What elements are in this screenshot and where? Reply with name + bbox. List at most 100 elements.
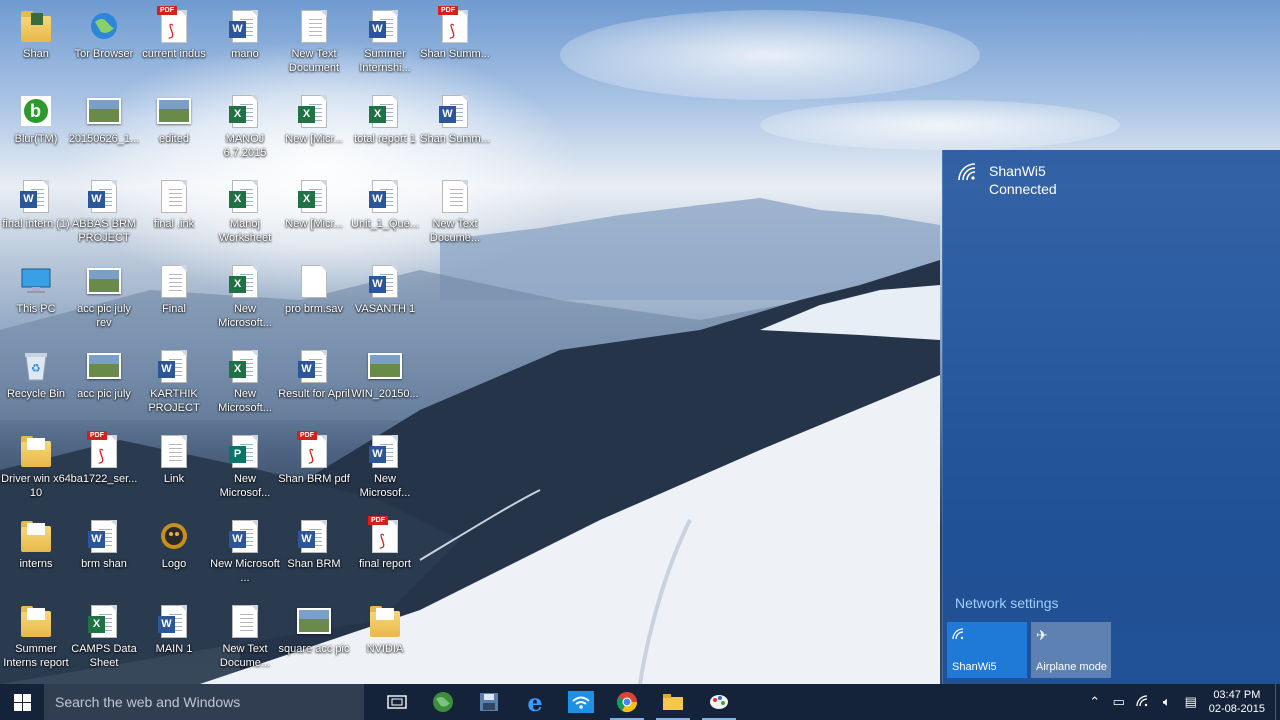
desktop-icon[interactable]: W New Microsof... (349, 433, 421, 500)
paint-app-button[interactable] (696, 684, 742, 720)
text-doc-icon (297, 8, 331, 44)
airplane-mode-tile[interactable]: ✈ Airplane mode (1031, 622, 1111, 678)
desktop-icon[interactable]: W Shan BRM (278, 518, 350, 571)
desktop-icon[interactable]: ⟆ PDF current indus (138, 5, 210, 61)
desktop-icon-label: This PC (16, 303, 56, 315)
wifi-tray-icon[interactable] (1131, 694, 1155, 710)
desktop-icon[interactable]: ⟆ PDF final report (349, 515, 421, 571)
desktop-icon[interactable]: W Result for April (278, 348, 350, 401)
desktop-icon[interactable]: final .ink (138, 178, 210, 231)
save-app-button[interactable] (466, 684, 512, 720)
desktop-icon[interactable]: This PC (0, 263, 72, 316)
desktop-icon[interactable]: ♻ Recycle Bin (0, 348, 72, 401)
desktop-icon-label: edited (159, 133, 189, 145)
image-icon (87, 263, 121, 299)
desktop-icon[interactable]: W MAIN 1 (138, 603, 210, 656)
desktop-icon[interactable]: Summer Interns report (0, 603, 72, 670)
show-desktop-button[interactable] (1275, 684, 1280, 720)
wifi-toggle-tile[interactable]: ShanWi5 (947, 622, 1027, 678)
desktop-icon[interactable]: ⟆ PDF Shan BRM pdf (278, 430, 350, 486)
word-doc-icon: W (438, 93, 472, 129)
svg-text:♻: ♻ (31, 362, 41, 375)
battery-icon[interactable]: ▭ (1107, 694, 1131, 710)
desktop-icon[interactable]: edited (138, 93, 210, 146)
desktop-icon[interactable]: Wfinal intern (1) (0, 178, 72, 231)
desktop-icon-label: MANOJ 6.7.2015 (223, 133, 267, 159)
clock-time: 03:47 PM (1213, 689, 1261, 701)
word-doc-icon: W (228, 8, 262, 44)
word-doc-icon: W (297, 348, 331, 384)
desktop-icon[interactable]: Final (138, 263, 210, 316)
desktop-icon[interactable]: New Text Docume... (209, 603, 281, 670)
task-view-button[interactable] (374, 684, 420, 720)
start-button[interactable] (0, 684, 44, 720)
desktop-icon[interactable]: W Unit_1_Que... (349, 178, 421, 231)
desktop-icon[interactable]: X CAMPS Data Sheet (68, 603, 140, 670)
desktop-icon[interactable]: X MANOJ 6.7.2015 (209, 93, 281, 160)
airplane-icon: ✈ (1036, 627, 1048, 643)
word-doc-icon: W (368, 8, 402, 44)
desktop-icon[interactable]: X New Microsoft... (209, 348, 281, 415)
paint-icon (710, 695, 728, 709)
desktop-icon[interactable]: ⟆ PDF Shan Summ... (419, 5, 491, 61)
wifi-app-button[interactable] (558, 684, 604, 720)
desktop-icon[interactable]: Xtotal report 1 (349, 93, 421, 146)
globe-app-button[interactable] (420, 684, 466, 720)
desktop-icon[interactable]: WIN_20150... (349, 348, 421, 401)
desktop-icon[interactable]: W VASANTH 1 (349, 263, 421, 316)
desktop-icon[interactable]: Link (138, 433, 210, 486)
word-doc-icon: W (157, 348, 191, 384)
clock-date: 02-08-2015 (1208, 703, 1265, 715)
desktop-icon[interactable]: Driver win x64 10 (0, 433, 72, 500)
desktop-icon[interactable]: acc pic july rev (68, 263, 140, 330)
chrome-app-button[interactable] (604, 684, 650, 720)
image-icon (297, 603, 331, 639)
desktop-icon-label: Driver win x64 10 (1, 473, 71, 499)
desktop-icon[interactable]: square acc pic (278, 603, 350, 656)
desktop-icon[interactable]: New Text Docume... (419, 178, 491, 245)
desktop-icon[interactable]: Wbrm shan (68, 518, 140, 571)
desktop-icon-label: New Microsof... (219, 473, 271, 499)
desktop-icon[interactable]: X Manoj Worksheet (209, 178, 281, 245)
desktop-icon[interactable]: W New Microsoft ... (209, 518, 281, 585)
desktop-icon-label: ABBAS BRM PROJECT (71, 218, 137, 244)
text-doc-icon (157, 433, 191, 469)
desktop-icon[interactable]: 20150626_1... (68, 93, 140, 146)
desktop-icon[interactable]: interns (0, 518, 72, 571)
desktop-icon[interactable]: ⟆ PDF ba1722_ser... (68, 430, 140, 486)
desktop-icon[interactable]: NVIDIA (349, 603, 421, 656)
desktop-icon-label: Summer Internshi... (359, 48, 411, 74)
chevron-up-icon[interactable]: ⌃ (1083, 694, 1107, 710)
desktop-icon[interactable]: X New Microsoft... (209, 263, 281, 330)
desktop-icon-label: total report 1 (354, 133, 416, 145)
desktop-icon[interactable]: W ABBAS BRM PROJECT (68, 178, 140, 245)
clock[interactable]: 03:47 PM 02-08-2015 (1203, 688, 1275, 716)
network-name: ShanWi5 (989, 163, 1046, 179)
desktop-icon[interactable]: Wmano (209, 8, 281, 61)
desktop-icon[interactable]: W KARTHIK PROJECT (138, 348, 210, 415)
desktop-icon[interactable]: acc pic july (68, 348, 140, 401)
network-settings-link[interactable]: Network settings (955, 595, 1058, 611)
desktop-icon-label: Summer Interns report (3, 643, 69, 669)
logo-icon (157, 518, 191, 554)
desktop-icon[interactable]: Tor Browser (68, 8, 140, 61)
desktop-icon[interactable]: X New [Micr... (278, 93, 350, 146)
desktop-icon[interactable]: b Blur(TM) (0, 93, 72, 146)
pdf-doc-icon: ⟆ PDF (87, 430, 121, 469)
search-box[interactable]: Search the web and Windows (44, 684, 364, 720)
network-item-shanwi5[interactable]: ShanWi5 Connected (957, 162, 1057, 198)
desktop-icon[interactable]: pro brm.sav (278, 263, 350, 316)
desktop-icon[interactable]: P New Microsof... (209, 433, 281, 500)
desktop-icon[interactable]: Shan (0, 8, 72, 61)
action-center-icon[interactable]: ▤ (1179, 694, 1203, 710)
volume-icon[interactable]: 🔈︎ (1155, 694, 1179, 710)
desktop-icon-label: Tor Browser (74, 48, 134, 60)
desktop-icon[interactable]: W Summer Internshi... (349, 8, 421, 75)
desktop-icon[interactable]: Logo (138, 518, 210, 571)
desktop-icon[interactable]: W Shan Summ... (419, 93, 491, 146)
file-explorer-button[interactable] (650, 684, 696, 720)
excel-doc-icon: X (87, 603, 121, 639)
desktop-icon[interactable]: New Text Document (278, 8, 350, 75)
desktop-icon[interactable]: X New [Micr... (278, 178, 350, 231)
edge-app-button[interactable]: e (512, 684, 558, 720)
